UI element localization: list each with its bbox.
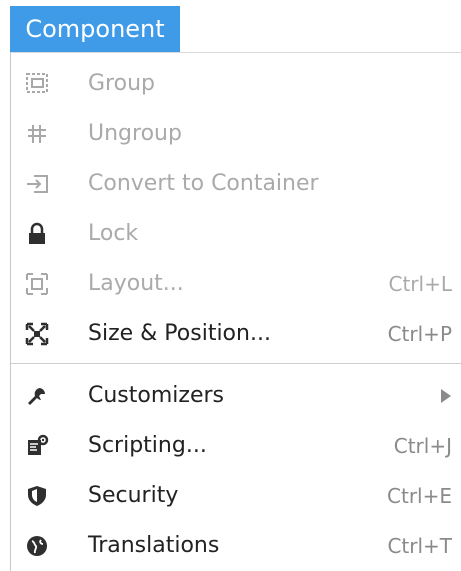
menu-item-label: Translations (88, 533, 220, 558)
menu-item-translations[interactable]: Translations Ctrl+T (11, 521, 461, 571)
menu-item-label: Lock (88, 221, 139, 246)
menu-item-shortcut: Ctrl+P (387, 322, 452, 346)
component-menu-title[interactable]: Component (10, 6, 180, 52)
menu-item-scripting[interactable]: Scripting... Ctrl+J (11, 421, 461, 471)
submenu-arrow-icon (441, 389, 451, 403)
menu-item-label: Scripting... (88, 433, 207, 458)
component-menu: Group Ungroup Convert to Container Lock … (10, 52, 461, 571)
menu-item-convert-to-container[interactable]: Convert to Container (11, 159, 461, 209)
menu-item-layout[interactable]: Layout... Ctrl+L (11, 259, 461, 309)
menu-item-group[interactable]: Group (11, 59, 461, 109)
menu-item-customizers[interactable]: Customizers (11, 371, 461, 421)
shield-icon (24, 483, 50, 509)
menu-item-label: Size & Position... (88, 321, 271, 346)
menu-item-size-position[interactable]: Size & Position... Ctrl+P (11, 309, 461, 359)
ungroup-icon (24, 121, 50, 147)
menu-item-shortcut: Ctrl+L (388, 272, 453, 296)
globe-icon (24, 533, 50, 559)
layout-icon (24, 271, 50, 297)
lock-icon (24, 221, 50, 247)
menu-item-shortcut: Ctrl+J (393, 434, 452, 458)
size-position-icon (24, 321, 50, 347)
menu-item-label: Security (88, 483, 179, 508)
menu-item-shortcut: Ctrl+E (387, 484, 452, 508)
menu-item-shortcut: Ctrl+T (387, 534, 452, 558)
menu-item-ungroup[interactable]: Ungroup (11, 109, 461, 159)
menu-item-label: Customizers (88, 383, 224, 408)
menu-bar: Component (0, 0, 461, 52)
menu-item-label: Convert to Container (88, 171, 319, 196)
menu-item-security[interactable]: Security Ctrl+E (11, 471, 461, 521)
scripting-icon (24, 433, 50, 459)
menu-item-label: Ungroup (88, 121, 182, 146)
menu-separator (11, 363, 461, 364)
wrench-icon (24, 383, 50, 409)
group-icon (24, 71, 50, 97)
menu-item-label: Layout... (88, 271, 184, 296)
menu-item-label: Group (88, 71, 155, 96)
convert-to-container-icon (24, 171, 50, 197)
menu-item-lock[interactable]: Lock (11, 209, 461, 259)
